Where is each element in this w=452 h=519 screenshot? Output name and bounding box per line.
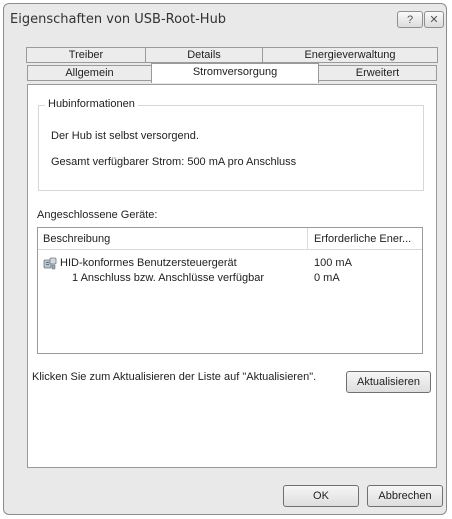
help-button[interactable]: ? <box>397 11 423 28</box>
close-button[interactable]: ✕ <box>424 11 444 28</box>
tab-panel-stromversorgung: Hubinformationen Der Hub ist selbst vers… <box>27 84 437 468</box>
tab-energieverwaltung[interactable]: Energieverwaltung <box>262 47 438 63</box>
device-power: 0 mA <box>314 272 340 284</box>
hub-available-current: Gesamt verfügbarer Strom: 500 mA pro Ans… <box>51 156 297 168</box>
hid-device-icon <box>43 257 57 270</box>
refresh-button[interactable]: Aktualisieren <box>346 371 431 393</box>
tab-allgemein[interactable]: Allgemein <box>27 65 152 81</box>
list-item[interactable]: HID-konformes Benutzersteuergerät 100 mA <box>38 256 422 272</box>
device-description: HID-konformes Benutzersteuergerät <box>60 257 237 269</box>
close-icon: ✕ <box>429 14 439 26</box>
title-bar: Eigenschaften von USB-Root-Hub ? ✕ <box>4 4 446 34</box>
tab-treiber[interactable]: Treiber <box>26 47 146 63</box>
device-power: 100 mA <box>314 257 352 269</box>
cancel-button[interactable]: Abbrechen <box>367 485 443 507</box>
hubinfo-group: Hubinformationen Der Hub ist selbst vers… <box>38 98 424 191</box>
column-description[interactable]: Beschreibung <box>43 233 110 245</box>
hub-power-status: Der Hub ist selbst versorgend. <box>51 130 199 142</box>
tab-erweitert[interactable]: Erweitert <box>318 65 437 81</box>
list-header: Beschreibung Erforderliche Ener... <box>38 228 422 250</box>
device-description: 1 Anschluss bzw. Anschlüsse verfügbar <box>72 272 264 284</box>
hubinfo-title: Hubinformationen <box>45 98 138 110</box>
window-title: Eigenschaften von USB-Root-Hub <box>10 12 227 27</box>
column-separator[interactable] <box>307 228 308 250</box>
tab-stromversorgung[interactable]: Stromversorgung <box>151 63 319 83</box>
tab-details[interactable]: Details <box>145 47 263 63</box>
devices-list[interactable]: Beschreibung Erforderliche Ener... HID-k… <box>37 227 423 354</box>
devices-label: Angeschlossene Geräte: <box>37 209 158 221</box>
column-power[interactable]: Erforderliche Ener... <box>314 233 411 245</box>
ok-button[interactable]: OK <box>283 485 359 507</box>
refresh-hint: Klicken Sie zum Aktualisieren der Liste … <box>32 371 317 383</box>
list-item[interactable]: 1 Anschluss bzw. Anschlüsse verfügbar 0 … <box>38 271 422 287</box>
properties-dialog: Eigenschaften von USB-Root-Hub ? ✕ Treib… <box>3 3 447 515</box>
